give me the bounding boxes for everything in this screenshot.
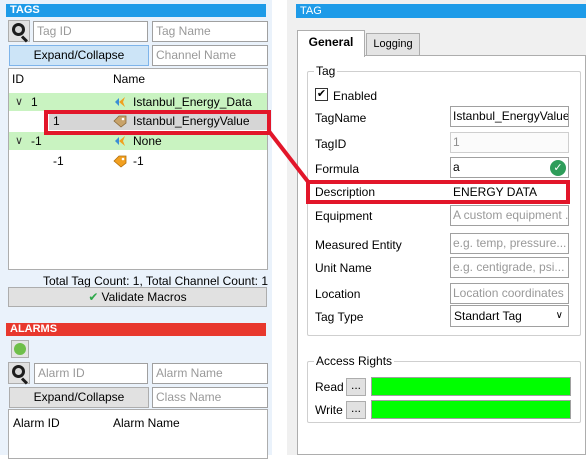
enabled-label: Enabled (333, 89, 378, 103)
tags-expand-collapse-button[interactable]: Expand/Collapse (9, 45, 149, 66)
tagname-input[interactable]: Istanbul_EnergyValue (450, 106, 569, 127)
chevron-down-icon: ∨ (555, 310, 563, 321)
search-icon (12, 365, 25, 378)
equipment-label: Equipment (315, 209, 373, 223)
channel-icon (115, 97, 125, 107)
check-circle-icon: ✓ (550, 160, 566, 176)
tag-id-filter-input[interactable]: Tag ID (33, 21, 148, 42)
tagid-label: TagID (315, 137, 347, 151)
tree-row-channel[interactable]: ∨ 1 Istanbul_Energy_Data (9, 93, 267, 111)
alarm-column-id[interactable]: Alarm ID (13, 416, 60, 430)
chevron-down-icon[interactable]: ∨ (15, 93, 23, 111)
tree-row-name: -1 (133, 154, 144, 168)
tag-type-select[interactable]: Standart Tag ∨ (450, 305, 569, 327)
alarm-icon (14, 343, 26, 355)
tree-row-tag[interactable]: -1 -1 (9, 152, 267, 170)
chevron-down-icon[interactable]: ∨ (15, 132, 23, 150)
alarm-config-button[interactable] (11, 340, 29, 358)
tree-row-id: -1 (53, 154, 64, 168)
read-rights-indicator (371, 377, 571, 396)
tag-tree[interactable]: ID Name ∨ 1 Istanbul_Energy_Data 1 Istan… (8, 68, 268, 270)
annotation-highlight-tag-row (44, 110, 271, 135)
formula-label: Formula (315, 162, 360, 176)
unit-name-input[interactable]: e.g. centigrade, psi... (450, 257, 569, 278)
alarm-name-filter-input[interactable]: Alarm Name (152, 363, 268, 384)
tag-type-label: Tag Type (315, 310, 364, 324)
tags-panel-header: TAGS (6, 4, 266, 17)
read-label: Read (315, 380, 344, 394)
tab-logging[interactable]: Logging (366, 33, 420, 55)
tag-name-filter-input[interactable]: Tag Name (152, 21, 268, 42)
channel-name-filter-input[interactable]: Channel Name (152, 45, 268, 66)
write-label: Write (315, 403, 343, 417)
equipment-input[interactable]: A custom equipment ... (450, 205, 569, 226)
tag-editor-header: TAG (296, 4, 586, 18)
enabled-checkbox[interactable]: ✔ (315, 88, 328, 101)
tree-column-name[interactable]: Name (113, 72, 145, 86)
class-name-filter-input[interactable]: Class Name (152, 387, 268, 408)
alarm-id-filter-input[interactable]: Alarm ID (34, 363, 148, 384)
read-rights-button[interactable]: ... (346, 378, 366, 396)
annotation-highlight-description (306, 180, 570, 204)
write-rights-button[interactable]: ... (346, 401, 366, 419)
validate-macros-button[interactable]: ✔ Validate Macros (8, 287, 267, 307)
tag-type-value: Standart Tag (454, 309, 522, 323)
channel-icon (115, 136, 125, 146)
tag-search-button[interactable] (8, 20, 30, 43)
tree-row-id: -1 (31, 134, 42, 148)
measured-entity-label: Measured Entity (315, 238, 402, 252)
location-label: Location (315, 287, 361, 301)
total-count-label: Total Tag Count: 1, Total Channel Count:… (42, 274, 268, 288)
alarm-list[interactable]: Alarm ID Alarm Name (8, 409, 268, 459)
check-icon: ✔ (88, 290, 99, 304)
tag-icon (113, 155, 127, 168)
search-icon (12, 23, 25, 36)
validate-macros-label: Validate Macros (101, 290, 187, 304)
tree-column-id[interactable]: ID (12, 72, 24, 86)
alarms-panel-header: ALARMS (6, 323, 266, 336)
write-rights-indicator (371, 400, 571, 419)
measured-entity-input[interactable]: e.g. temp, pressure... (450, 233, 569, 254)
tag-group-title: Tag (314, 64, 338, 78)
tree-row-name: Istanbul_Energy_Data (133, 95, 252, 109)
unit-name-label: Unit Name (315, 261, 372, 275)
check-icon: ✔ (316, 88, 327, 100)
tree-row-id: 1 (31, 95, 38, 109)
tagid-input: 1 (450, 132, 569, 153)
location-input[interactable]: Location coordinates (450, 283, 569, 304)
alarms-expand-collapse-button[interactable]: Expand/Collapse (9, 387, 149, 408)
tab-general[interactable]: General (297, 30, 365, 57)
alarm-search-button[interactable] (8, 362, 30, 385)
access-rights-title: Access Rights (314, 354, 395, 368)
alarm-column-name[interactable]: Alarm Name (113, 416, 180, 430)
tagname-label: TagName (315, 111, 367, 125)
